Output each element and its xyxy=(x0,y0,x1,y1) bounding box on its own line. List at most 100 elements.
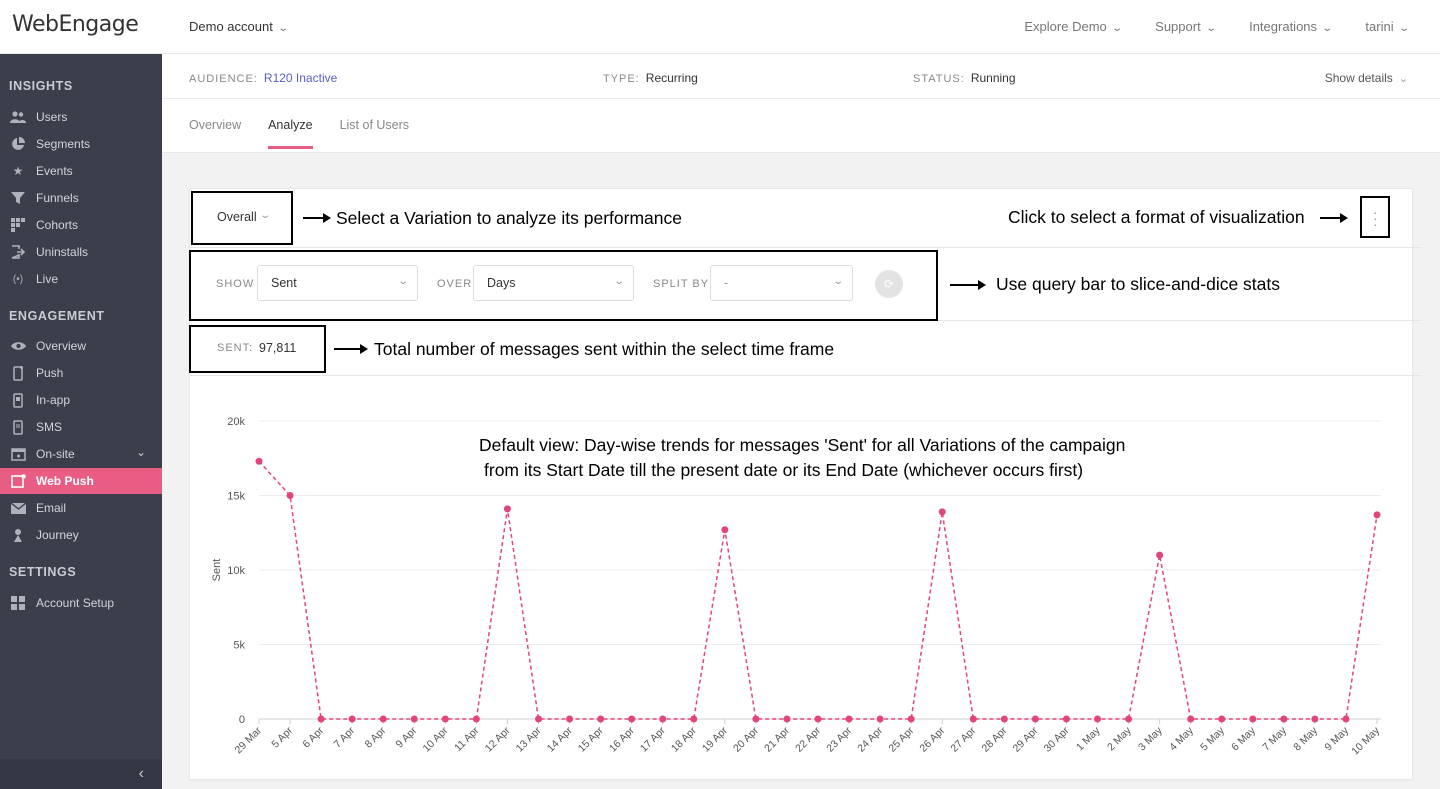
show-details-button[interactable]: Show details ⌄ xyxy=(1325,71,1408,91)
topnav-user-menu[interactable]: tarini ⌄ xyxy=(1365,19,1410,34)
chevron-down-icon: ⌄ xyxy=(831,276,844,287)
visualization-menu-button[interactable]: · · · xyxy=(1360,196,1390,238)
annotation-arrow xyxy=(1320,213,1348,223)
status-value: Running xyxy=(970,71,1016,85)
type-value: Recurring xyxy=(645,71,698,85)
grid-icon xyxy=(10,217,26,233)
sidebar-item-label: On-site xyxy=(36,447,75,461)
x-tick-label: 17 Apr xyxy=(638,724,668,754)
chevron-down-icon[interactable]: ⌄ xyxy=(136,445,146,459)
y-axis-label: Sent xyxy=(211,559,223,582)
sidebar-item-web-push[interactable]: Web Push xyxy=(0,468,162,494)
x-tick-label: 16 Apr xyxy=(607,724,637,754)
topnav-label: tarini xyxy=(1365,19,1394,34)
x-tick-label: 6 May xyxy=(1229,724,1258,753)
x-tick-label: 3 May xyxy=(1136,724,1165,753)
sidebar-item-sms[interactable]: SMS xyxy=(0,414,162,440)
data-point xyxy=(1280,715,1288,723)
show-select[interactable]: Sent ⌄ xyxy=(257,265,418,301)
over-select[interactable]: Days ⌄ xyxy=(473,265,634,301)
audience-link[interactable]: R120 Inactive xyxy=(264,71,337,85)
data-point xyxy=(690,715,698,723)
sidebar-item-segments[interactable]: Segments xyxy=(0,131,162,157)
type-meta: TYPE: Recurring xyxy=(603,71,698,91)
window-icon xyxy=(10,446,26,462)
sidebar-item-events[interactable]: ★ Events xyxy=(0,158,162,184)
chevron-left-icon[interactable]: ‹ xyxy=(139,765,144,783)
funnel-icon xyxy=(10,190,26,206)
x-tick-label: 9 Apr xyxy=(394,724,420,750)
annotation-variation: Select a Variation to analyze its perfor… xyxy=(336,208,682,228)
annotation-arrow xyxy=(334,344,368,354)
top-nav: Explore Demo ⌄ Support ⌄ Integrations ⌄ tar… xyxy=(1024,19,1410,34)
x-tick-label: 1 May xyxy=(1074,724,1103,753)
mobile-icon xyxy=(10,365,26,381)
sidebar-item-label: SMS xyxy=(36,420,63,434)
data-point xyxy=(503,505,511,513)
sidebar-item-journey[interactable]: Journey xyxy=(0,522,162,548)
sidebar-item-push[interactable]: Push xyxy=(0,360,162,386)
data-point xyxy=(969,715,977,723)
sidebar-item-live[interactable]: (•) Live xyxy=(0,266,162,292)
x-tick-label: 5 Apr xyxy=(269,724,295,750)
sidebar-section-settings: SETTINGS xyxy=(9,565,77,579)
x-tick-label: 7 Apr xyxy=(331,724,357,750)
sidebar-item-label: Web Push xyxy=(36,474,94,488)
sidebar-item-on-site[interactable]: On-site ⌄ xyxy=(0,441,162,467)
topnav-explore-demo[interactable]: Explore Demo ⌄ xyxy=(1024,19,1122,34)
sidebar-item-cohorts[interactable]: Cohorts xyxy=(0,212,162,238)
x-tick-label: 5 May xyxy=(1198,724,1227,753)
variation-select-value: Overall xyxy=(217,210,257,224)
users-icon xyxy=(10,109,26,125)
data-point xyxy=(566,715,574,723)
double-chevron-down-icon: ⌄ xyxy=(1398,73,1408,85)
refresh-icon[interactable]: ⟳ xyxy=(875,270,903,298)
data-point xyxy=(1000,715,1008,723)
logo-text: WebEngage xyxy=(12,12,139,37)
account-switcher[interactable]: Demo account ⌄ xyxy=(189,19,289,34)
sidebar-collapse-bar[interactable]: ‹ xyxy=(0,759,162,789)
x-tick-label: 10 Apr xyxy=(421,724,451,754)
pie-icon xyxy=(10,136,26,152)
browser-icon xyxy=(10,473,26,489)
sidebar-item-label: Journey xyxy=(36,528,79,542)
row-divider xyxy=(190,247,1422,248)
topnav-label: Integrations xyxy=(1249,19,1318,34)
over-select-value: Days xyxy=(487,276,516,290)
annotation-default-view-line2: from its Start Date till the present dat… xyxy=(484,460,1084,480)
y-tick-label: 20k xyxy=(227,416,245,428)
topnav-integrations[interactable]: Integrations ⌄ xyxy=(1249,19,1333,34)
variation-select[interactable]: Overall ⌄ xyxy=(191,191,293,245)
over-label: OVER xyxy=(437,278,473,290)
split-by-select[interactable]: - ⌄ xyxy=(710,265,853,301)
sidebar-item-in-app[interactable]: In-app xyxy=(0,387,162,413)
sidebar-item-uninstalls[interactable]: Uninstalls xyxy=(0,239,162,265)
x-tick-label: 10 May xyxy=(1349,724,1382,757)
tab-list-of-users[interactable]: List of Users xyxy=(340,118,409,149)
sidebar-item-users[interactable]: Users xyxy=(0,104,162,130)
sms-icon xyxy=(10,419,26,435)
x-tick-label: 29 Mar xyxy=(233,724,265,756)
sidebar-item-funnels[interactable]: Funnels xyxy=(0,185,162,211)
x-tick-label: 6 Apr xyxy=(300,724,326,750)
y-tick-label: 15k xyxy=(227,491,245,503)
kebab-menu-icon: · · · xyxy=(1373,204,1378,232)
chevron-down-icon: ⌄ xyxy=(1397,23,1410,34)
data-point xyxy=(1373,511,1381,519)
x-tick-label: 15 Apr xyxy=(576,724,606,754)
y-tick-label: 0 xyxy=(239,714,245,726)
star-icon: ★ xyxy=(12,164,24,178)
y-tick-label: 10k xyxy=(227,565,245,577)
tab-analyze[interactable]: Analyze xyxy=(268,118,314,149)
x-tick-label: 18 Apr xyxy=(669,724,699,754)
sidebar-item-overview[interactable]: Overview xyxy=(0,333,162,359)
sidebar-item-email[interactable]: Email xyxy=(0,495,162,521)
data-point xyxy=(814,715,822,723)
data-point xyxy=(286,492,294,499)
logo[interactable]: WebEngage xyxy=(12,12,139,37)
tab-overview[interactable]: Overview xyxy=(189,118,241,149)
sidebar-item-account-setup[interactable]: Account Setup xyxy=(0,590,162,616)
topnav-support[interactable]: Support ⌄ xyxy=(1155,19,1217,34)
annotation-arrow xyxy=(303,213,331,223)
data-point xyxy=(907,715,915,723)
